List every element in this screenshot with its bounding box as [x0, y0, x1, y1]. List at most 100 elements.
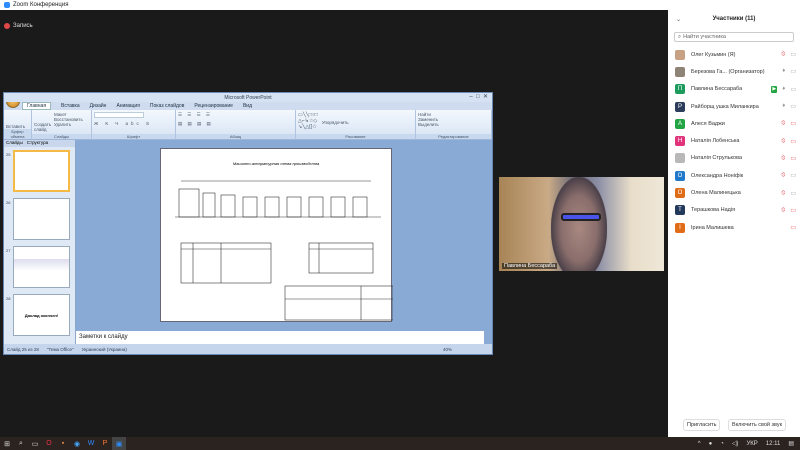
slide-thumbnail[interactable] — [13, 150, 70, 192]
window-controls[interactable]: – □ ✕ — [469, 93, 488, 100]
group-drawing: ▭╲╲□○□ △⌐↳☆◇ ↘╲△{}☆ Упорядочить Рисование — [296, 110, 416, 139]
task-view-icon[interactable]: ▭ — [28, 437, 42, 450]
participant-name: Олег Кузьмин (Я) — [691, 51, 736, 58]
participant-video[interactable]: Павлина Бессараба — [499, 177, 664, 271]
new-slide-button[interactable]: Создать слайд — [34, 122, 52, 132]
participant-name: Березова Га... (Организатор) — [691, 68, 765, 75]
participant-status: ⦸ ▭ — [781, 172, 796, 179]
participant-name: Райборщ ушка Миланкира — [691, 103, 759, 110]
tab-view[interactable]: Вид — [243, 103, 252, 109]
participant-row[interactable]: Н Наталія Лобенська ⦸ ▭ — [668, 132, 800, 149]
arrange-button[interactable]: Упорядочить — [322, 120, 349, 130]
avatar: Н — [675, 136, 685, 147]
status-theme: "Тема Office" — [46, 346, 74, 352]
chevron-down-icon[interactable]: ⌄ — [676, 16, 681, 23]
avatar: Р — [675, 101, 685, 112]
invite-button[interactable]: Пригласить — [683, 419, 721, 431]
search-input[interactable]: ⌕ Найти участника — [674, 32, 794, 42]
avatar — [675, 66, 685, 77]
microphone-icon[interactable]: ● — [709, 441, 713, 447]
group-label: Рисование — [296, 134, 415, 139]
video-name-label: Павлина Бессараба — [502, 263, 558, 269]
camera-icon: ▭ — [790, 69, 796, 76]
ppt-body: Слайды Структура 25 26 27 28 Доклад оконч… — [4, 140, 492, 344]
start-icon[interactable]: ⊞ — [0, 437, 14, 450]
slide-thumbnail[interactable] — [13, 198, 70, 240]
participant-status: ⦸ ▭ — [781, 120, 796, 127]
participant-row[interactable]: Олег Кузьмин (Я) ⦸ ▭ — [668, 46, 800, 63]
camera-icon: ▭ — [790, 52, 796, 59]
tab-animation[interactable]: Анимация — [116, 103, 139, 109]
powerpoint-window: Microsoft PowerPoint – □ ✕ Главная Вставк… — [3, 92, 493, 355]
window-titlebar: Zoom Конференция — [0, 0, 800, 10]
tab-home[interactable]: Главная — [22, 102, 52, 110]
group-slides: Создать слайд Макет Восстановить Удалить Сла… — [32, 110, 92, 139]
tab-slideshow[interactable]: Показ слайдов — [150, 103, 184, 109]
participant-row[interactable]: О Олена Малинецька ⦸ ▭ — [668, 184, 800, 201]
clock[interactable]: 12:11 — [766, 441, 781, 447]
participant-status: ⦸ ▭ — [781, 138, 796, 145]
select-button[interactable]: Выделить — [418, 122, 489, 127]
mic-muted-icon: ⦸ — [781, 172, 786, 179]
zoom-logo-icon — [4, 2, 10, 8]
recording-label: Запись — [13, 23, 33, 29]
chrome-icon[interactable]: ◉ — [70, 437, 84, 450]
slide-edit-area: Машинно-аппаратурная схема производства … — [76, 140, 492, 344]
app-icon[interactable]: ▪ — [56, 437, 70, 450]
participant-status: ⦸ ▭ — [781, 207, 796, 214]
slide-number: 27 — [6, 248, 11, 253]
powerpoint-icon[interactable]: P — [98, 437, 112, 450]
slide-thumbnail[interactable] — [13, 246, 70, 288]
mic-muted-icon: ⦸ — [781, 51, 786, 58]
participant-row[interactable]: О Олександра Ноніфік ⦸ ▭ — [668, 167, 800, 184]
group-clipboard: Вставить Буфер обмена — [4, 110, 32, 139]
delete-button[interactable]: Удалить — [54, 122, 83, 127]
tab-insert[interactable]: Вставка — [61, 103, 80, 109]
participant-row[interactable]: І Ірина Малишева ▭ — [668, 219, 800, 236]
notes-field[interactable]: Заметки к слайду — [76, 331, 484, 344]
unmute-button[interactable]: Включить свой звук — [728, 419, 786, 431]
participant-row[interactable]: Наталія Струлькова ⦸ ▭ — [668, 150, 800, 167]
avatar: П — [675, 84, 685, 95]
window-title: Zoom Конференция — [13, 2, 69, 8]
group-label: Редактирование — [416, 134, 491, 139]
camera-off-icon: ▭ — [790, 225, 796, 232]
ppt-title: Microsoft PowerPoint — [224, 94, 272, 101]
participant-row[interactable]: Березова Га... (Организатор) ♦ ▭ — [668, 63, 800, 80]
avatar: А — [675, 118, 685, 129]
notifications-icon[interactable]: ▤ — [788, 440, 794, 447]
participant-row[interactable]: Р Райборщ ушка Миланкира ♦ ▭ — [668, 98, 800, 115]
participant-row[interactable]: Т Терашкова Надія ⦸ ▭ — [668, 202, 800, 219]
camera-off-icon: ▭ — [790, 138, 796, 145]
opera-icon[interactable]: O — [42, 437, 56, 450]
group-label: Абзац — [176, 134, 295, 139]
tab-slides[interactable]: Слайды — [6, 140, 23, 147]
slide-thumbnail[interactable]: Доклад окончен! — [13, 294, 70, 336]
participant-row[interactable]: П Павлина Бессараба ▶ ♦ ▭ — [668, 81, 800, 98]
ppt-titlebar: Microsoft PowerPoint – □ ✕ — [4, 93, 492, 102]
zoom-level[interactable]: 40% — [443, 347, 452, 352]
group-label: Шрифт — [92, 134, 175, 139]
tab-design[interactable]: Дизайн — [90, 103, 107, 109]
current-slide[interactable]: Машинно-аппаратурная схема производства — [160, 148, 393, 322]
ribbon: Вставить Буфер обмена Создать слайд Макет В… — [4, 110, 492, 140]
tab-outline[interactable]: Структура — [27, 140, 48, 147]
participant-row[interactable]: А Алеся Ваджи ⦸ ▭ — [668, 115, 800, 132]
slide-number: 25 — [6, 152, 11, 157]
mic-icon: ♦ — [782, 103, 786, 110]
avatar — [675, 49, 685, 60]
participant-name: Наталія Струлькова — [691, 155, 743, 162]
search-icon[interactable]: ⌕ — [14, 437, 28, 450]
volume-icon[interactable]: ◁) — [732, 440, 739, 447]
participant-name: Терашкова Надія — [691, 207, 736, 214]
recording-indicator[interactable]: Запись — [4, 23, 33, 29]
glasses — [561, 213, 601, 221]
network-icon[interactable]: ◔ — [720, 441, 724, 447]
mic-muted-icon: ⦸ — [781, 206, 786, 213]
language-indicator[interactable]: УКР — [746, 441, 757, 447]
chevron-up-icon[interactable]: ^ — [698, 441, 701, 447]
zoom-icon[interactable]: ▣ — [112, 437, 126, 450]
tab-review[interactable]: Рецензирование — [194, 103, 233, 109]
word-icon[interactable]: W — [84, 437, 98, 450]
group-editing: Найти Заменить Выделить Редактирование — [416, 110, 492, 139]
